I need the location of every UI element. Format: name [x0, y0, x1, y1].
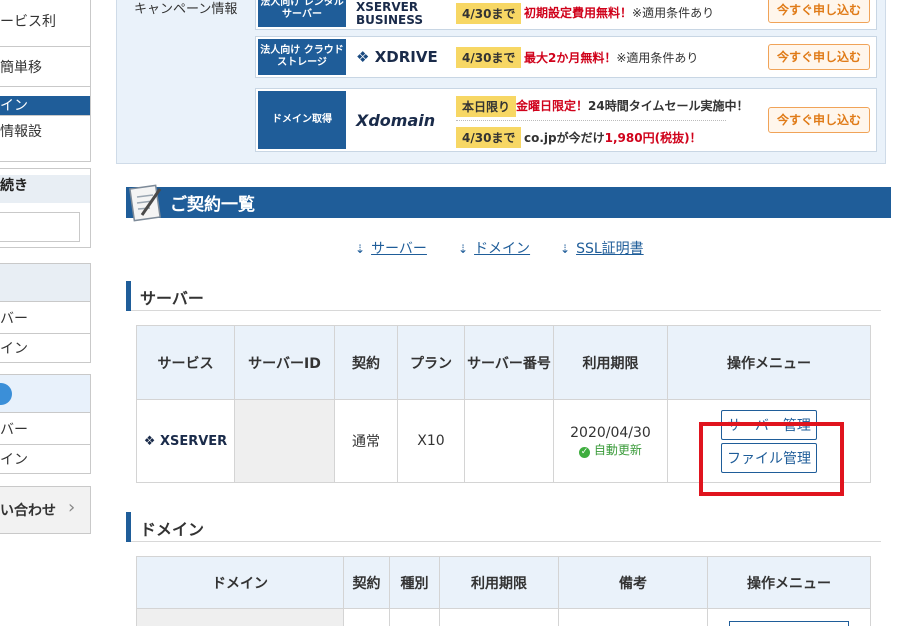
campaign-row-xserver-business: 法人向け レンタルサーバー XSERVER BUSINESS 4/30まで 初期…	[255, 0, 877, 30]
sidebar-item-migration[interactable]: 簡単移	[0, 57, 90, 87]
page-title: ご契約一覧	[170, 195, 255, 215]
server-id-cell	[234, 399, 335, 483]
campaign-row-xdomain: ドメイン取得 Xdomain 本日限り 金曜日限定！24時間タイムセール実施中！…	[255, 88, 877, 152]
date-badge: 4/30まで	[456, 127, 522, 148]
domain-section-heading: ドメイン	[126, 512, 881, 542]
contract-cell	[343, 608, 390, 626]
auto-renew-status: ✓ 自動更新	[579, 442, 642, 458]
campaign-tag: 法人向け クラウド ストレージ	[258, 39, 346, 75]
campaign-text: 金曜日限定！24時間タイムセール実施中！	[516, 99, 749, 113]
xserver-logo: ❖ XSERVER	[143, 434, 228, 449]
service-cell: ❖ XSERVER	[136, 399, 235, 483]
domain-cell	[136, 608, 344, 626]
highlight-box	[699, 422, 844, 496]
date-badge: 4/30まで	[456, 3, 522, 24]
sidebar-item-service[interactable]: ービス利	[0, 11, 90, 47]
sidebar-procedure-box: 続き	[0, 168, 91, 248]
type-cell	[389, 608, 440, 626]
sidebar-item-info-settings[interactable]: 情報設	[0, 121, 90, 149]
campaign-label: キャンペーン情報	[134, 2, 238, 17]
sidebar-group-1: バー イン	[0, 263, 91, 363]
server-section-heading: サーバー	[126, 281, 881, 311]
domain-table: ドメイン 契約 種別 利用期限 備考 操作メニュー	[136, 556, 871, 626]
col-header: 利用期限	[553, 325, 668, 400]
sidebar-menu-box: ービス利 簡単移 イン 情報設	[0, 0, 91, 162]
col-header: プラン	[397, 325, 465, 400]
campaign-divider	[456, 120, 726, 121]
sidebar-procedure-heading: 続き	[0, 175, 90, 203]
campaign-text: co.jpが今だけ1,980円(税抜)！	[524, 131, 702, 145]
sidebar-contact-label: い合わせ	[0, 503, 56, 519]
sidebar-item-server-2[interactable]: バー	[0, 415, 90, 445]
domain-operation-button[interactable]	[729, 621, 849, 626]
col-header: サーバーID	[234, 325, 335, 400]
sidebar-procedure-input[interactable]	[0, 212, 80, 242]
col-header: 利用期限	[439, 556, 559, 609]
col-header: 契約	[343, 556, 390, 609]
xdrive-logo-icon: ❖	[356, 48, 370, 66]
campaign-tag: ドメイン取得	[258, 91, 346, 149]
xdomain-logo: Xdomain	[356, 111, 436, 130]
anchor-link-server[interactable]: ⇣ サーバー	[355, 238, 427, 258]
sidebar-item-domain-1[interactable]: イン	[0, 335, 90, 363]
col-header: 種別	[389, 556, 440, 609]
date-badge: 4/30まで	[456, 47, 522, 68]
sidebar-item-domain-active[interactable]: イン	[0, 96, 90, 116]
xdrive-logo: ❖ XDRIVE	[356, 48, 438, 66]
arrow-down-icon: ⇣	[560, 242, 571, 256]
sidebar-item-domain-2[interactable]: イン	[0, 446, 90, 474]
col-header: サーバー番号	[464, 325, 554, 400]
apply-button[interactable]: 今すぐ申し込む	[768, 0, 870, 23]
sidebar-group-2-heading	[0, 375, 90, 413]
expiry-date: 2020/04/30	[570, 424, 651, 441]
col-header: サービス	[136, 325, 235, 400]
campaign-text: 初期設定費用無料！※適用条件あり	[524, 6, 715, 20]
xserver-business-logo: XSERVER BUSINESS	[356, 0, 423, 27]
sidebar-contact-button[interactable]: い合わせ ›	[0, 486, 91, 534]
campaign-tag: 法人向け レンタルサーバー	[258, 0, 346, 27]
contract-cell: 通常	[334, 399, 398, 483]
document-pen-icon	[129, 184, 162, 222]
col-header: 契約	[334, 325, 398, 400]
col-header: 操作メニュー	[667, 325, 871, 400]
anchor-link-ssl[interactable]: ⇣ SSL証明書	[560, 238, 644, 258]
sidebar-group-2: バー イン	[0, 374, 91, 474]
apply-button[interactable]: 今すぐ申し込む	[768, 107, 870, 133]
note-cell	[558, 608, 708, 626]
sidebar-item-server-1[interactable]: バー	[0, 304, 90, 334]
today-badge: 本日限り	[456, 96, 517, 117]
server-no-cell	[464, 399, 554, 483]
campaign-text: 最大2か月無料！※適用条件あり	[524, 51, 699, 65]
col-header: 操作メニュー	[707, 556, 871, 609]
plan-cell: X10	[397, 399, 465, 483]
col-header: 備考	[558, 556, 708, 609]
check-circle-icon: ✓	[579, 446, 591, 458]
sidebar-group-1-heading	[0, 264, 90, 302]
apply-button[interactable]: 今すぐ申し込む	[768, 44, 870, 70]
operation-cell	[707, 608, 871, 626]
col-header: ドメイン	[136, 556, 344, 609]
campaign-row-xdrive: 法人向け クラウド ストレージ ❖ XDRIVE 4/30まで 最大2か月無料！…	[255, 36, 877, 78]
chevron-right-icon: ›	[68, 497, 76, 518]
arrow-down-icon: ⇣	[458, 242, 469, 256]
anchor-link-domain[interactable]: ⇣ ドメイン	[458, 238, 530, 258]
table-row	[136, 608, 871, 626]
arrow-down-icon: ⇣	[355, 242, 366, 256]
expiry-cell: 2020/04/30 ✓ 自動更新	[553, 399, 668, 483]
expiry-cell	[439, 608, 559, 626]
